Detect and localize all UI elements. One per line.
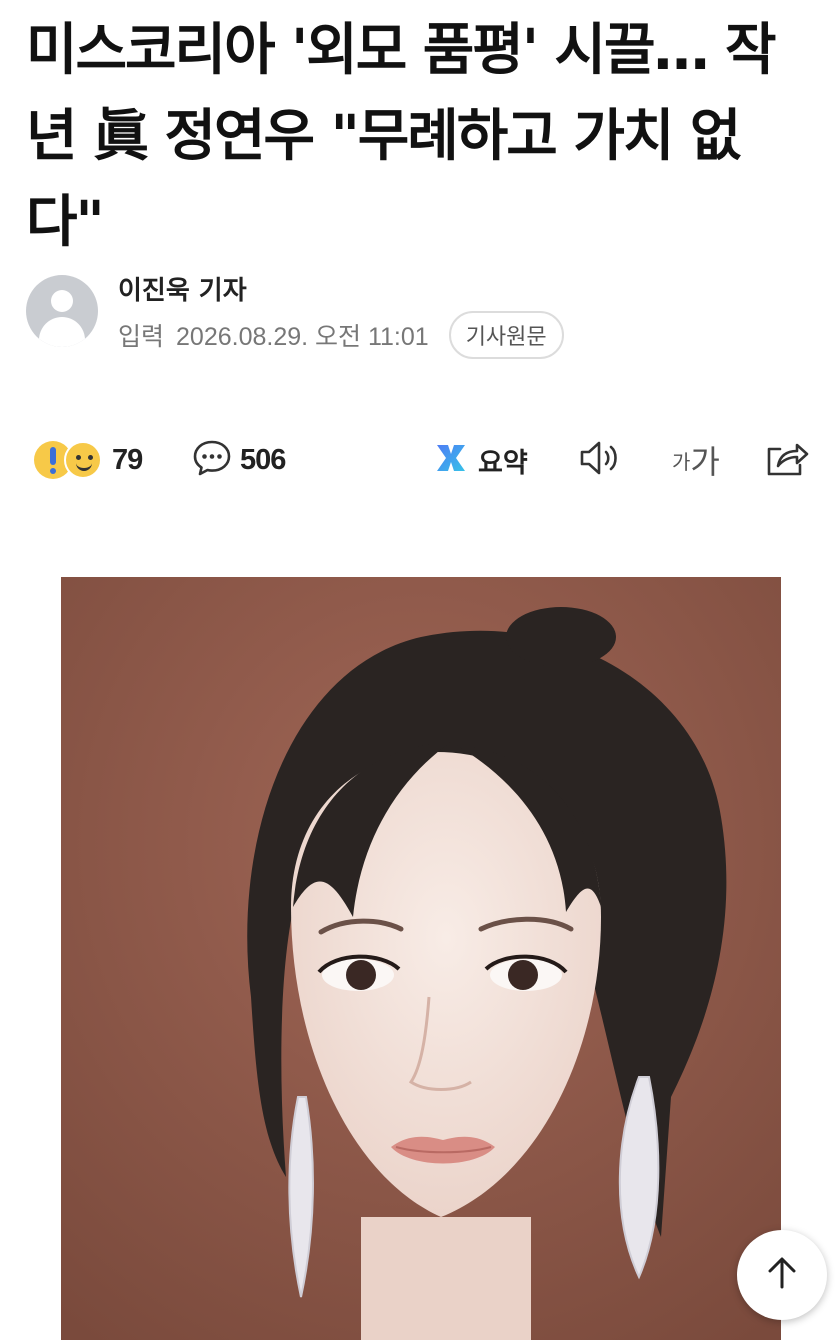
reaction-count: 79 <box>112 443 143 476</box>
reporter-name[interactable]: 이진욱 기자 <box>118 275 247 307</box>
summary-icon <box>434 441 468 479</box>
date-label: 입력 <box>118 322 165 351</box>
reaction-button[interactable]: 79 <box>34 430 143 490</box>
font-size-button[interactable]: 가 가 <box>672 430 720 490</box>
smile-emoji-icon <box>64 441 102 479</box>
article-headline: 미스코리아 '외모 품평' 시끌… 작년 眞 정연우 "무례하고 가치 없다" <box>26 18 777 255</box>
text-to-speech-button[interactable] <box>578 430 624 490</box>
published-date-row: 입력 2026.08.29. 오전 11:01 기사원문 <box>118 311 564 359</box>
original-article-button[interactable]: 기사원문 <box>448 311 564 359</box>
avatar-head-shape <box>51 290 73 312</box>
summary-button[interactable]: 요약 <box>434 430 528 490</box>
scroll-to-top-button[interactable] <box>737 1230 827 1320</box>
portrait-photo <box>61 577 781 1340</box>
share-button[interactable] <box>764 430 810 490</box>
article-photo[interactable] <box>61 577 781 1340</box>
comment-button[interactable]: 506 <box>192 430 286 490</box>
byline: 이진욱 기자 입력 2026.08.29. 오전 11:01 기사원문 <box>26 275 806 359</box>
speaker-icon <box>578 438 624 482</box>
summary-label: 요약 <box>478 447 528 479</box>
arrow-up-icon <box>762 1253 802 1297</box>
avatar-body-shape <box>39 317 85 347</box>
article-toolbar: 79 506 요약 가 가 <box>0 430 835 490</box>
comment-count: 506 <box>240 443 286 476</box>
font-size-large-glyph: 가 <box>690 443 720 481</box>
date-value: 2026.08.29. 오전 11:01 <box>176 323 429 351</box>
share-icon <box>764 437 810 483</box>
comment-icon <box>192 438 232 482</box>
reporter-avatar[interactable] <box>26 275 98 347</box>
font-size-small-glyph: 가 <box>672 449 691 474</box>
